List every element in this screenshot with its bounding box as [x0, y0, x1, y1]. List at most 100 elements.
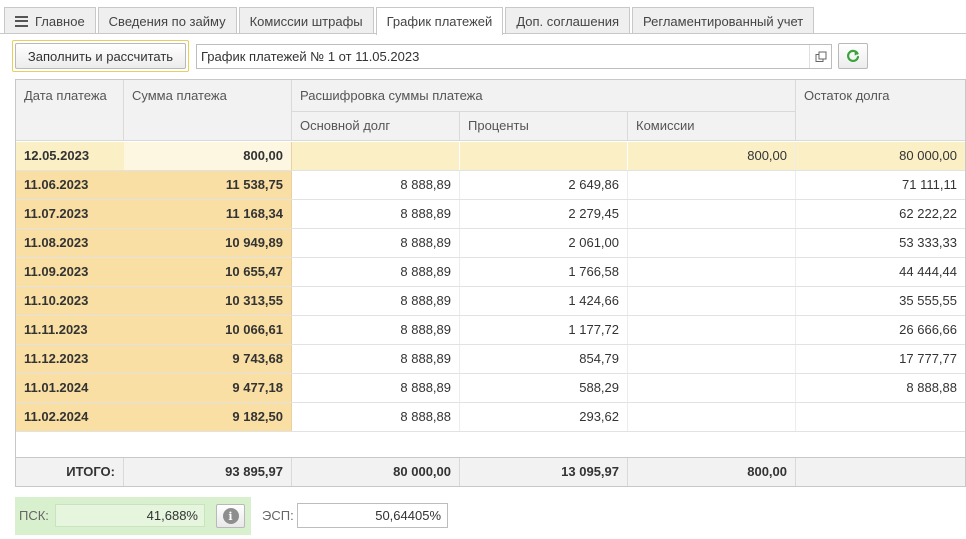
table-row[interactable]: 11.02.2024 9 182,50 8 888,88 293,62: [16, 403, 965, 432]
info-button[interactable]: i: [216, 504, 245, 528]
cell-interest: 588,29: [460, 374, 628, 402]
fill-button-focus-frame: Заполнить и рассчитать: [12, 40, 189, 72]
cell-interest: 293,62: [460, 403, 628, 431]
tab-bar: Главное Сведения по займу Комиссии штраф…: [4, 7, 816, 35]
cell-balance: 44 444,44: [899, 264, 957, 279]
psk-value-field[interactable]: 41,688%: [55, 504, 205, 527]
cell-sum: 11 168,34: [124, 200, 292, 228]
totals-sum: 93 895,97: [124, 458, 292, 486]
cell-interest: [460, 142, 628, 170]
table-row[interactable]: 11.06.2023 11 538,75 8 888,89 2 649,86 7…: [16, 171, 965, 200]
cell-date: 11.10.2023: [16, 287, 124, 315]
header-principal[interactable]: Основной долг: [292, 112, 460, 141]
table-totals-row: ИТОГО: 93 895,97 80 000,00 13 095,97 800…: [16, 457, 965, 486]
cell-date: 11.09.2023: [16, 258, 124, 286]
tab-payment-schedule[interactable]: График платежей: [375, 7, 504, 35]
totals-interest: 13 095,97: [460, 458, 628, 486]
cell-commission: [628, 171, 796, 199]
tab-label: Комиссии штрафы: [249, 13, 363, 29]
hamburger-menu-icon: [15, 15, 28, 27]
cell-balance: 62 222,22: [899, 206, 957, 221]
tab-regulated-accounting[interactable]: Регламентированный учет: [632, 7, 815, 34]
table-row[interactable]: 12.05.2023 800,00 800,00 80 000,00: [16, 142, 965, 171]
header-breakdown: Расшифровка суммы платежа: [292, 80, 796, 112]
cell-sum: 10 949,89: [124, 229, 292, 257]
header-commission[interactable]: Комиссии: [628, 112, 796, 141]
psk-panel: ПСК: 41,688% i: [15, 497, 251, 535]
cell-interest: 854,79: [460, 345, 628, 373]
cell-interest: 2 649,86: [460, 171, 628, 199]
table-row[interactable]: 11.08.2023 10 949,89 8 888,89 2 061,00 5…: [16, 229, 965, 258]
cell-date: 11.06.2023: [16, 171, 124, 199]
cell-principal: 8 888,89: [292, 258, 460, 286]
cell-balance: 17 777,77: [899, 351, 957, 366]
cell-interest: 1 424,66: [460, 287, 628, 315]
info-icon: i: [222, 508, 239, 524]
tab-main[interactable]: Главное: [4, 7, 96, 34]
tab-label: Главное: [35, 13, 85, 29]
cell-balance: 26 666,66: [899, 322, 957, 337]
refresh-button[interactable]: [838, 43, 868, 69]
cell-date: 11.12.2023: [16, 345, 124, 373]
cell-principal: 8 888,88: [292, 403, 460, 431]
cell-commission: [628, 229, 796, 257]
cell-principal: 8 888,89: [292, 287, 460, 315]
cell-balance: 71 111,11: [902, 177, 957, 192]
cell-date: 11.07.2023: [16, 200, 124, 228]
table-row[interactable]: 11.11.2023 10 066,61 8 888,89 1 177,72 2…: [16, 316, 965, 345]
cell-date: 11.01.2024: [16, 374, 124, 402]
cell-date: 11.02.2024: [16, 403, 124, 431]
table-row[interactable]: 11.09.2023 10 655,47 8 888,89 1 766,58 4…: [16, 258, 965, 287]
cell-commission: [628, 374, 796, 402]
cell-sum: 10 655,47: [124, 258, 292, 286]
totals-principal: 80 000,00: [292, 458, 460, 486]
cell-interest: 1 177,72: [460, 316, 628, 344]
tab-commissions-fines[interactable]: Комиссии штрафы: [238, 7, 374, 34]
cell-principal: 8 888,89: [292, 374, 460, 402]
totals-label: ИТОГО:: [16, 458, 124, 486]
table-row[interactable]: 11.01.2024 9 477,18 8 888,89 588,29 8 88…: [16, 374, 965, 403]
cell-sum: 10 313,55: [124, 287, 292, 315]
tab-loan-info[interactable]: Сведения по займу: [97, 7, 237, 34]
cell-balance: [796, 403, 965, 431]
table-row[interactable]: 11.10.2023 10 313,55 8 888,89 1 424,66 3…: [16, 287, 965, 316]
tab-label: График платежей: [386, 14, 493, 29]
payment-schedule-field[interactable]: График платежей № 1 от 11.05.2023: [196, 44, 832, 69]
cell-balance: 35 555,55: [899, 293, 957, 308]
esp-value-field[interactable]: 50,64405%: [297, 503, 448, 528]
cell-interest: 1 766,58: [460, 258, 628, 286]
header-interest[interactable]: Проценты: [460, 112, 628, 141]
cell-sum: 10 066,61: [124, 316, 292, 344]
payment-schedule-table: Дата платежа Сумма платежа Расшифровка с…: [15, 79, 966, 487]
totals-commission: 800,00: [628, 458, 796, 486]
table-row[interactable]: 11.07.2023 11 168,34 8 888,89 2 279,45 6…: [16, 200, 965, 229]
tab-label: Доп. соглашения: [516, 13, 620, 29]
header-date[interactable]: Дата платежа: [16, 80, 124, 141]
table-row[interactable]: 11.12.2023 9 743,68 8 888,89 854,79 17 7…: [16, 345, 965, 374]
header-sum[interactable]: Сумма платежа: [124, 80, 292, 141]
cell-sum: 9 477,18: [124, 374, 292, 402]
cell-commission: [628, 345, 796, 373]
cell-principal: 8 888,89: [292, 229, 460, 257]
cell-balance: 53 333,33: [899, 235, 957, 250]
tab-label: Сведения по займу: [108, 13, 226, 29]
cell-principal: 8 888,89: [292, 345, 460, 373]
cell-balance: 80 000,00: [796, 142, 965, 170]
cell-commission: [628, 200, 796, 228]
refresh-icon: [847, 49, 860, 62]
cell-commission: 800,00: [628, 142, 796, 170]
cell-principal: [292, 142, 460, 170]
cell-commission: [628, 287, 796, 315]
cell-sum: 11 538,75: [124, 171, 292, 199]
cell-sum: 9 743,68: [124, 345, 292, 373]
cell-balance: 8 888,88: [906, 380, 957, 395]
open-form-icon[interactable]: [809, 45, 831, 68]
tab-additional-agreements[interactable]: Доп. соглашения: [505, 7, 631, 34]
cell-commission: [628, 403, 796, 431]
cell-principal: 8 888,89: [292, 200, 460, 228]
cell-date: 12.05.2023: [16, 142, 124, 170]
fill-and-calculate-button[interactable]: Заполнить и рассчитать: [15, 43, 186, 69]
header-balance[interactable]: Остаток долга: [796, 80, 965, 141]
cell-principal: 8 888,89: [292, 316, 460, 344]
tab-label: Регламентированный учет: [643, 13, 804, 29]
